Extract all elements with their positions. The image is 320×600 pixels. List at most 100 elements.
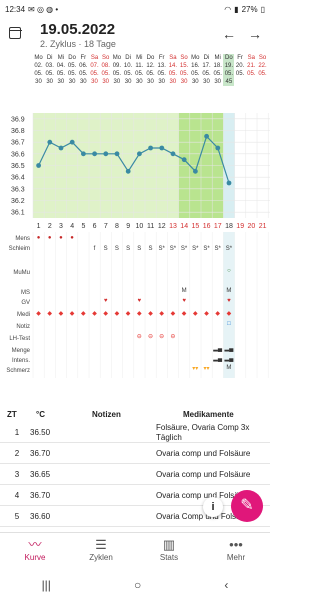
row-label: Schmerz [6, 368, 30, 374]
mucus-mark: S* [192, 246, 199, 252]
header-zt: ZT [7, 410, 17, 419]
header-notes: Notizen [92, 410, 121, 419]
temperature-point [47, 139, 53, 145]
edit-button[interactable]: ✎ [231, 490, 263, 522]
pain-icon: ▾▾ [203, 366, 210, 372]
temperature-point [58, 145, 64, 151]
amount-icon: ▂▄ [224, 346, 234, 352]
cycle-day-number: 16 [203, 223, 211, 230]
temperature-point [215, 145, 221, 151]
pain-icon: ▾▾ [192, 366, 199, 372]
note-icon: □ [227, 321, 231, 327]
table-row[interactable]: 5 36.60 Ovaria Comp und Folsäure [0, 506, 270, 527]
back-icon[interactable]: ‹ [224, 578, 228, 592]
row-label: Mens [15, 236, 30, 242]
medication-icon: ◆ [36, 311, 41, 317]
mumu-circle-icon: ○ [227, 268, 231, 274]
mucus-mark: f [93, 246, 96, 252]
nav-kurve[interactable]: 〰 Kurve [10, 537, 60, 562]
recents-icon[interactable]: ||| [42, 578, 51, 592]
mucus-mark: S [137, 246, 142, 252]
temperature-point [137, 151, 142, 157]
cycle-day-number: 19 [236, 223, 244, 230]
table-row[interactable]: 1 36.50 Folsäure, Ovaria Comp 3x Täglich [0, 422, 270, 443]
medication-icon: ◆ [215, 311, 220, 317]
lh-test-icon: ⊖ [136, 334, 142, 340]
medication-icon: ◆ [181, 311, 187, 317]
table-row[interactable]: 2 36.70 Ovaria comp und Folsäure [0, 443, 270, 464]
intensity-icon: ▂▄ [224, 356, 234, 362]
medication-icon: ◆ [226, 311, 232, 317]
table-row[interactable]: 4 36.70 Ovaria comp und Folsäure [0, 485, 270, 506]
header-temp: °C [36, 410, 45, 419]
row-label: Intens. [11, 358, 30, 364]
mucus-mark: S* [225, 246, 233, 252]
more-icon: ••• [229, 537, 243, 552]
medication-icon: ◆ [69, 311, 75, 317]
temperature-point [181, 157, 187, 163]
intensity-icon: ▂▄ [213, 356, 223, 362]
cycle-day-number: 15 [192, 223, 200, 230]
mucus-mark: S [148, 246, 153, 252]
system-navigation: ||| ○ ‹ [0, 570, 270, 600]
mucus-mark: S [103, 246, 108, 252]
y-tick-label: 36.5 [11, 163, 25, 170]
cell-meds: Ovaria comp und Folsäure [156, 449, 251, 458]
nav-stats[interactable]: ▥ Stats [144, 537, 194, 562]
bar-chart-icon: ▥ [162, 537, 176, 552]
cycle-day-number: 13 [169, 223, 177, 230]
temperature-point [114, 151, 120, 157]
table-row[interactable]: 3 36.65 Ovaria comp und Folsäure [0, 464, 270, 485]
cell-meds: Folsäure, Ovaria Comp 3x Täglich [156, 423, 250, 442]
cycle-day-number: 10 [136, 223, 144, 230]
cycle-day-number: 7 [104, 223, 108, 230]
medication-icon: ◆ [92, 311, 97, 317]
row-label: Notiz [16, 324, 30, 330]
temperature-point [148, 145, 154, 151]
mucus-mark: S [126, 246, 131, 252]
temperature-point [193, 168, 198, 174]
row-label: LH-Test [9, 336, 30, 342]
medication-icon: ◆ [170, 311, 176, 317]
cycle-day-number: 4 [70, 223, 74, 230]
medication-icon: ◆ [80, 311, 86, 317]
temperature-point [69, 139, 75, 145]
cycle-day-number: 18 [225, 223, 233, 230]
medication-icon: ◆ [204, 311, 209, 317]
y-tick-label: 36.3 [11, 186, 25, 193]
nav-zyklen-label: Zyklen [89, 553, 113, 562]
nav-zyklen[interactable]: ☰ Zyklen [76, 537, 126, 562]
temperature-point [170, 151, 176, 157]
cycle-day-number: 21 [259, 223, 267, 230]
info-button[interactable]: i [203, 497, 223, 517]
nav-mehr[interactable]: ••• Mehr [211, 537, 261, 562]
temperature-point [125, 168, 131, 174]
medication-icon: ◆ [125, 311, 131, 317]
cycle-day-number: 2 [48, 223, 52, 230]
cycle-day-number: 20 [248, 223, 256, 230]
mucus-mark: S* [203, 246, 210, 252]
lh-test-icon: ⊖ [170, 334, 176, 340]
cycle-day-number: 11 [147, 223, 154, 230]
nav-kurve-label: Kurve [24, 553, 46, 562]
y-tick-label: 36.6 [11, 151, 25, 158]
cycle-day-number: 17 [214, 223, 222, 230]
ms-mark: M [181, 288, 187, 294]
lh-test-icon: ⊖ [159, 334, 165, 340]
medication-icon: ◆ [114, 311, 120, 317]
y-tick-label: 36.7 [11, 140, 25, 147]
temperature-point [36, 163, 41, 168]
list-icon: ☰ [95, 537, 107, 552]
medication-icon: ◆ [148, 311, 153, 317]
row-label: Medi [16, 312, 30, 318]
cell-zt: 1 [14, 428, 20, 437]
gv-heart-icon: ♥ [137, 298, 142, 304]
cycle-day-number: 5 [81, 223, 85, 230]
medication-icon: ◆ [159, 311, 164, 317]
bottom-navigation: 〰 Kurve ☰ Zyklen ▥ Stats ••• Mehr [0, 532, 270, 570]
home-icon[interactable]: ○ [134, 578, 141, 592]
mucus-mark: S* [214, 246, 221, 252]
ms-mark: M [226, 288, 232, 294]
cell-temp: 36.65 [30, 470, 51, 479]
y-tick-label: 36.1 [11, 210, 25, 217]
